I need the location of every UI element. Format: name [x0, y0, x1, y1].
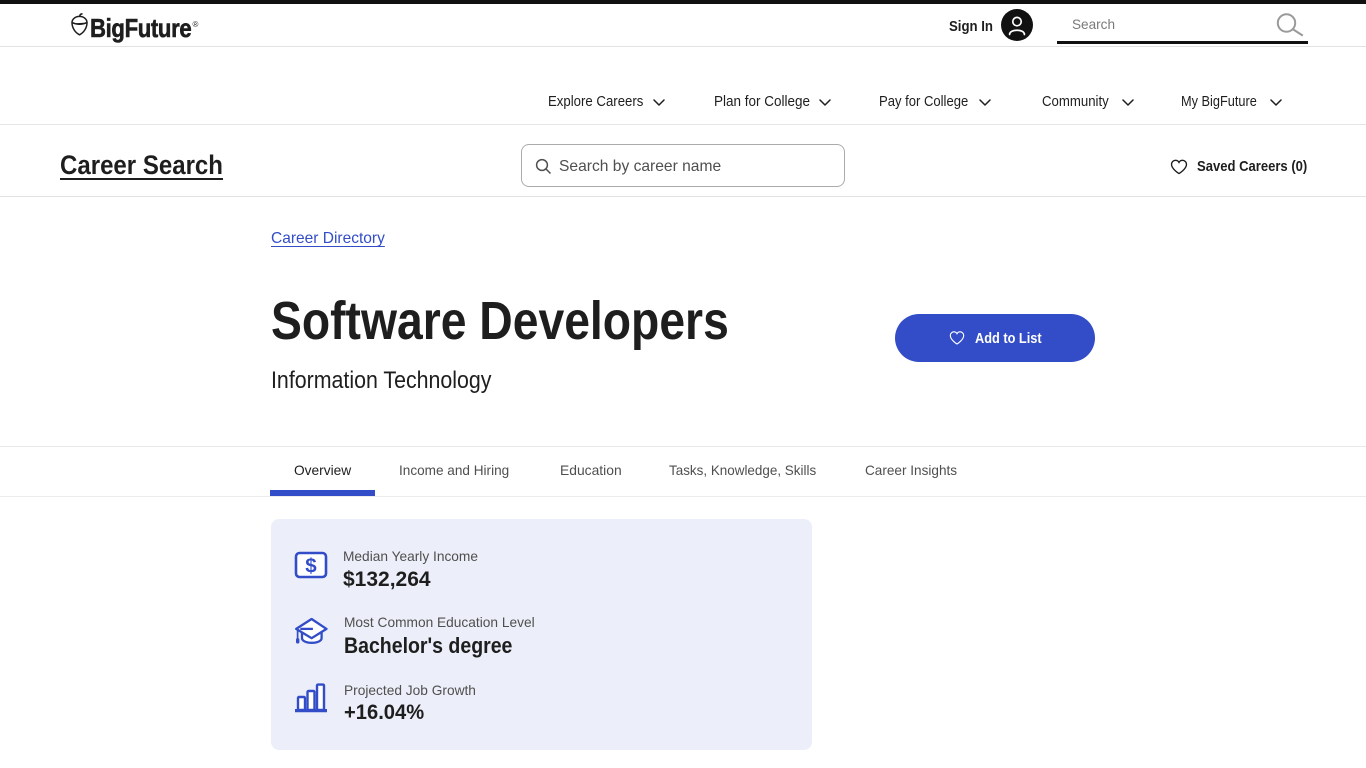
svg-text:$: $ — [305, 555, 317, 578]
